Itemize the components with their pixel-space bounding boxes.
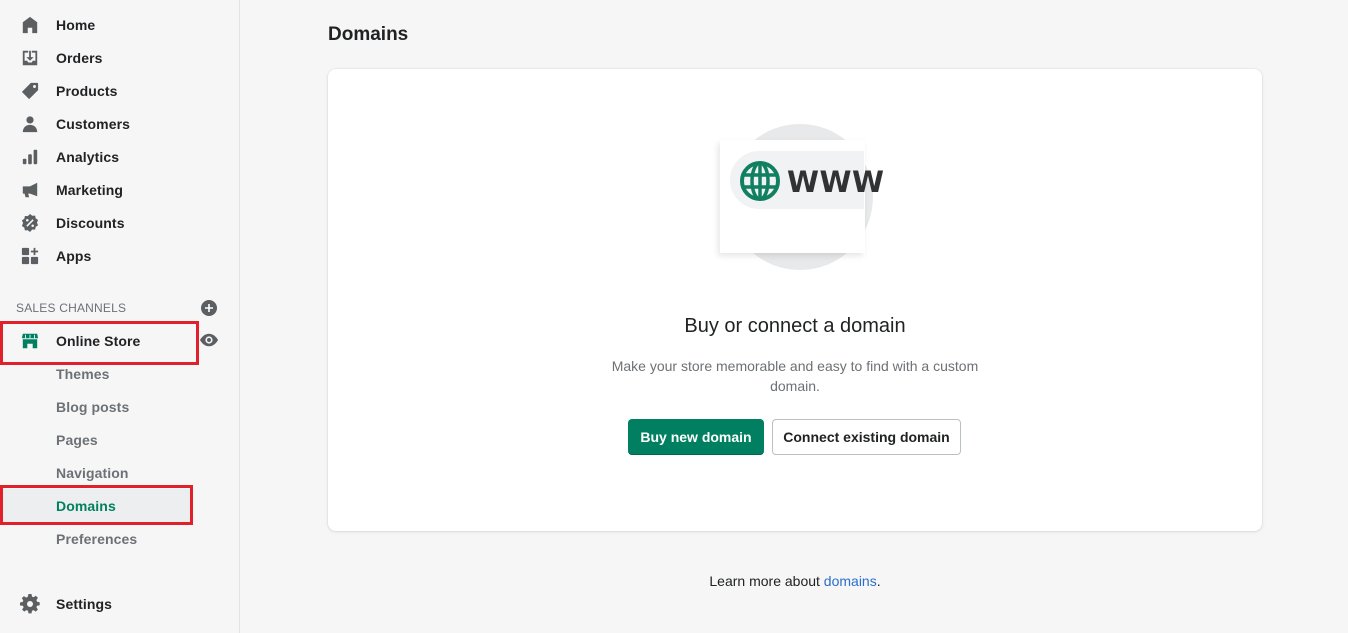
sidebar-subitem-preferences[interactable]: Preferences — [0, 522, 200, 555]
sidebar-item-orders[interactable]: Orders — [0, 41, 200, 74]
www-text: WWW — [787, 165, 885, 199]
sidebar-item-marketing[interactable]: Marketing — [0, 173, 200, 206]
sidebar-item-products[interactable]: Products — [0, 74, 200, 107]
discount-icon — [20, 213, 40, 233]
sidebar-item-label: Preferences — [56, 530, 138, 547]
sidebar-item-discounts[interactable]: Discounts — [0, 206, 200, 239]
gear-icon — [20, 593, 40, 614]
sidebar-item-label: Navigation — [56, 464, 129, 481]
apps-icon — [20, 246, 40, 266]
sidebar-item-customers[interactable]: Customers — [0, 107, 200, 140]
footer-suffix: . — [876, 573, 881, 589]
connect-existing-domain-button[interactable]: Connect existing domain — [772, 419, 961, 455]
sidebar-item-label: Blog posts — [56, 398, 130, 415]
sidebar-item-label: Analytics — [56, 148, 120, 165]
sidebar-item-label: Discounts — [56, 214, 125, 231]
sidebar-item-label: Orders — [56, 49, 103, 66]
footer-help-text: Learn more about domains. — [328, 573, 1262, 589]
sidebar-item-online-store[interactable]: Online Store — [0, 324, 200, 357]
domains-help-link[interactable]: domains — [824, 573, 877, 589]
sidebar-item-apps[interactable]: Apps — [0, 239, 200, 272]
sidebar-subitem-domains[interactable]: Domains — [0, 489, 190, 522]
orders-icon — [20, 48, 40, 68]
buy-new-domain-button[interactable]: Buy new domain — [628, 419, 764, 455]
view-online-store-button[interactable] — [200, 332, 218, 348]
home-icon — [20, 15, 40, 35]
empty-state-heading: Buy or connect a domain — [684, 315, 906, 337]
page-title: Domains — [328, 24, 409, 45]
empty-state-card: WWW Buy or connect a domain Make your st… — [328, 69, 1262, 531]
sidebar-item-label: Customers — [56, 115, 131, 132]
sales-channels-heading: SALES CHANNELS — [16, 301, 127, 315]
sidebar: Home Orders Products Customers Analytics… — [0, 0, 240, 633]
empty-state-description: Make your store memorable and easy to fi… — [611, 358, 979, 394]
sidebar-item-analytics[interactable]: Analytics — [0, 140, 200, 173]
add-sales-channel-button[interactable] — [201, 300, 217, 316]
sidebar-item-label: Settings — [56, 595, 113, 612]
sidebar-item-label: Online Store — [56, 332, 141, 349]
sidebar-item-settings[interactable]: Settings — [0, 587, 200, 620]
sidebar-subitem-pages[interactable]: Pages — [0, 423, 200, 456]
sidebar-item-label: Products — [56, 82, 118, 99]
sidebar-item-label: Themes — [56, 365, 110, 382]
megaphone-icon — [20, 180, 40, 200]
sidebar-item-label: Domains — [56, 497, 116, 514]
globe-icon — [739, 160, 781, 202]
person-icon — [20, 114, 40, 134]
sidebar-subitem-navigation[interactable]: Navigation — [0, 456, 200, 489]
sidebar-subitem-blog-posts[interactable]: Blog posts — [0, 390, 200, 423]
plus-circle-icon — [201, 300, 217, 316]
tag-icon — [20, 81, 40, 101]
sidebar-subitem-themes[interactable]: Themes — [0, 357, 200, 390]
footer-prefix: Learn more about — [709, 573, 824, 589]
eye-icon — [200, 333, 218, 347]
store-icon — [20, 331, 40, 351]
sidebar-item-label: Marketing — [56, 181, 124, 198]
bar-chart-icon — [20, 147, 40, 167]
sidebar-item-label: Home — [56, 16, 96, 33]
sidebar-item-label: Pages — [56, 431, 98, 448]
domain-illustration: WWW — [719, 123, 884, 283]
sidebar-item-label: Apps — [56, 247, 92, 264]
sidebar-item-home[interactable]: Home — [0, 8, 200, 41]
